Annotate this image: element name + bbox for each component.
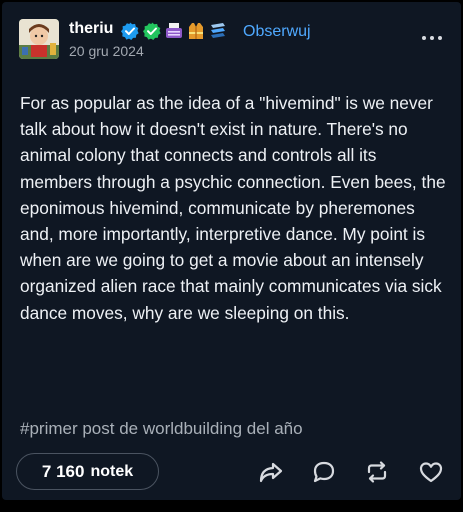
follow-button[interactable]: Obserwuj [243, 22, 311, 42]
reply-icon[interactable] [311, 460, 337, 484]
typewriter-icon[interactable] [165, 22, 183, 40]
avatar-image [19, 19, 59, 59]
author-avatar[interactable] [19, 19, 59, 59]
like-icon[interactable] [418, 460, 444, 484]
post-body: For as popular as the idea of a "hivemin… [20, 93, 446, 323]
vest-icon[interactable] [187, 22, 205, 40]
more-dot [422, 36, 426, 40]
more-options-icon[interactable] [420, 30, 444, 46]
notes-button[interactable]: 7 160 notek [16, 453, 159, 490]
more-dot [438, 36, 442, 40]
share-icon[interactable] [258, 460, 284, 484]
bottom-edge [0, 500, 463, 512]
more-dot [430, 36, 434, 40]
verified-blue-icon[interactable] [121, 22, 139, 40]
stack-icon[interactable] [209, 22, 227, 40]
post-date[interactable]: 20 gru 2024 [69, 42, 144, 60]
notes-count: 7 160 [41, 461, 85, 481]
post-tag[interactable]: #primer post de worldbuilding del año [20, 418, 303, 440]
reblog-icon[interactable] [364, 460, 390, 484]
verified-green-icon[interactable] [143, 22, 161, 40]
post-card: theriu Obserwuj 20 gru 2024 For as popul… [2, 2, 461, 500]
notes-label: notek [90, 462, 134, 480]
author-name[interactable]: theriu [69, 19, 113, 39]
